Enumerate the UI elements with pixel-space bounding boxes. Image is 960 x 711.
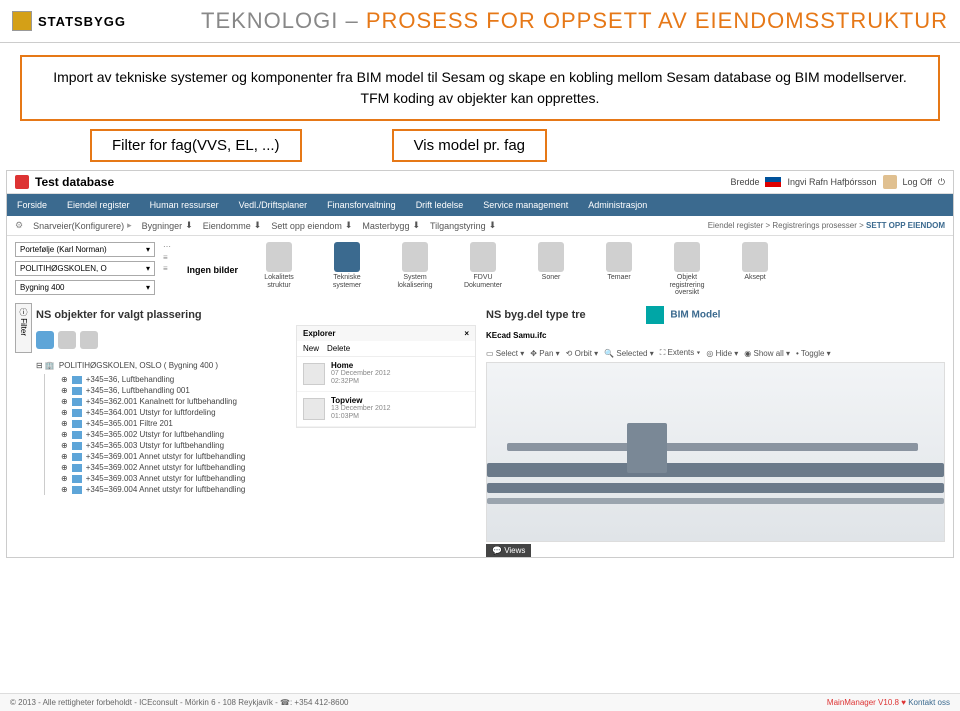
statsbygg-logo: [12, 11, 32, 31]
bim-icon[interactable]: [646, 306, 664, 324]
flag-icon[interactable]: [765, 177, 781, 187]
app-window: Test database Bredde Ingvi Rafn Hafþórss…: [6, 170, 954, 558]
breadcrumb: Eiendel register > Registrerings prosess…: [708, 221, 945, 230]
tree-root[interactable]: ⊟ 🏢 POLITIHØGSKOLEN, OSLO ( Bygning 400 …: [36, 361, 286, 370]
db-icon[interactable]: [80, 331, 98, 349]
viewer-tool[interactable]: 🔍 Selected ▾: [604, 348, 654, 358]
viewer-tool[interactable]: ◎ Hide ▾: [706, 348, 738, 358]
explorer-item[interactable]: Topview13 December 201201:03PM: [297, 392, 475, 427]
tree-item[interactable]: ⊕ +345=365.002 Utstyr for luftbehandling: [44, 429, 286, 440]
app-icon: [15, 175, 29, 189]
logoff-link[interactable]: Log Off: [903, 177, 932, 187]
db-icon[interactable]: [58, 331, 76, 349]
tool-icon-7[interactable]: Aksept: [730, 242, 780, 297]
subnav-settopp[interactable]: Sett opp eiendom ⬇: [271, 220, 352, 231]
db-icon[interactable]: [36, 331, 54, 349]
tree-item[interactable]: ⊕ +345=365.001 Filtre 201: [44, 418, 286, 429]
gear-icon[interactable]: ⚙: [15, 220, 23, 231]
nav-human[interactable]: Human ressurser: [140, 194, 229, 216]
callout-vis: Vis model pr. fag: [392, 129, 547, 162]
tree-item[interactable]: ⊕ +345=369.004 Annet utstyr for luftbeha…: [44, 484, 286, 495]
section-right-title: NS byg.del type tre: [486, 303, 586, 327]
snarveier[interactable]: Snarveier(Konfigurere)▸: [33, 220, 132, 231]
explorer-item[interactable]: Home07 December 201202:32PM: [297, 357, 475, 392]
avatar[interactable]: [883, 175, 897, 189]
app-title: Test database: [35, 175, 730, 189]
info-box: Import av tekniske systemer og komponent…: [20, 55, 940, 121]
nav-drift[interactable]: Drift ledelse: [406, 194, 474, 216]
tool-icon-2[interactable]: System lokalisering: [390, 242, 440, 297]
close-icon[interactable]: ×: [464, 329, 469, 338]
explorer-delete[interactable]: Delete: [327, 344, 350, 353]
section-left-title: NS objekter for valgt plassering: [36, 303, 286, 327]
viewer-tool[interactable]: • Toggle ▾: [796, 348, 831, 358]
nav-service[interactable]: Service management: [473, 194, 578, 216]
logo-text: STATSBYGG: [38, 14, 126, 29]
subnav-eiendomme[interactable]: Eiendomme ⬇: [203, 220, 262, 231]
subnav-bygninger[interactable]: Bygninger ⬇: [142, 220, 193, 231]
filter-side-icons[interactable]: ⋯≡≡: [163, 242, 171, 273]
footer-copy: © 2013 - Alle rettigheter forbeholdt - I…: [10, 698, 348, 707]
nav-admin[interactable]: Administrasjon: [578, 194, 657, 216]
viewer-file: KEcad Samu.ifc: [486, 327, 945, 344]
tree-item[interactable]: ⊕ +345=36, Luftbehandling: [44, 374, 286, 385]
bredde-label: Bredde: [730, 177, 759, 187]
tool-icon-6[interactable]: Objekt registrering oversikt: [662, 242, 712, 297]
viewer-tool[interactable]: ⛶ Extents ▾: [660, 348, 701, 358]
tree-item[interactable]: ⊕ +345=362.001 Kanalnett for luftbehandl…: [44, 396, 286, 407]
explorer-title: Explorer: [303, 329, 335, 338]
viewer-tool[interactable]: ✥ Pan ▾: [530, 348, 559, 358]
tree-item[interactable]: ⊕ +345=365.003 Utstyr for luftbehandling: [44, 440, 286, 451]
tree-item[interactable]: ⊕ +345=369.001 Annet utstyr for luftbeha…: [44, 451, 286, 462]
tree-item[interactable]: ⊕ +345=36, Luftbehandling 001: [44, 385, 286, 396]
filter-politi[interactable]: POLITIHØGSKOLEN, O▾: [15, 261, 155, 276]
viewer-tool[interactable]: ◉ Show all ▾: [744, 348, 790, 358]
tool-icon-4[interactable]: Soner: [526, 242, 576, 297]
bim-viewer[interactable]: [486, 362, 945, 542]
subnav-tilgang[interactable]: Tilgangstyring ⬇: [430, 220, 496, 231]
main-nav: Forside Eiendel register Human ressurser…: [7, 194, 953, 216]
nav-vedl[interactable]: Vedl./Driftsplaner: [229, 194, 318, 216]
callout-filter: Filter for fag(VVS, EL, ...): [90, 129, 302, 162]
no-images-label: Ingen bilder: [187, 265, 238, 275]
tree-item[interactable]: ⊕ +345=369.003 Annet utstyr for luftbeha…: [44, 473, 286, 484]
nav-forside[interactable]: Forside: [7, 194, 57, 216]
tree-item[interactable]: ⊕ +345=369.002 Annet utstyr for luftbeha…: [44, 462, 286, 473]
tool-icon-1[interactable]: Tekniske systemer: [322, 242, 372, 297]
tool-icon-3[interactable]: FDVU Dokumenter: [458, 242, 508, 297]
filter-portefolje[interactable]: Portefølje (Karl Norman)▾: [15, 242, 155, 257]
viewer-tool[interactable]: ▭ Select ▾: [486, 348, 524, 358]
bim-model-link[interactable]: BIM Model: [670, 310, 720, 321]
explorer-new[interactable]: New: [303, 344, 319, 353]
footer-kontakt[interactable]: Kontakt oss: [908, 698, 950, 707]
views-button[interactable]: 💬 Views: [486, 544, 531, 557]
tree: ⊟ 🏢 POLITIHØGSKOLEN, OSLO ( Bygning 400 …: [36, 353, 286, 495]
viewer-tool[interactable]: ⟲ Orbit ▾: [566, 348, 599, 358]
explorer-panel: Explorer × New Delete Home07 December 201…: [296, 325, 476, 428]
logoff-icon[interactable]: ⏻: [938, 177, 945, 188]
footer-mm[interactable]: MainManager V10.8: [827, 698, 899, 707]
filter-tab[interactable]: ⓘ Filter: [15, 303, 32, 353]
subnav-masterbygg[interactable]: Masterbygg ⬇: [362, 220, 420, 231]
nav-finans[interactable]: Finansforvaltning: [317, 194, 406, 216]
user-name: Ingvi Rafn Hafþórsson: [787, 177, 876, 187]
tool-icon-0[interactable]: Lokalitets struktur: [254, 242, 304, 297]
page-title: TEKNOLOGI – PROSESS FOR OPPSETT AV EIEND…: [126, 8, 948, 34]
nav-eiendel[interactable]: Eiendel register: [57, 194, 140, 216]
filter-bygning[interactable]: Bygning 400▾: [15, 280, 155, 295]
tree-item[interactable]: ⊕ +345=364.001 Utstyr for luftfordeling: [44, 407, 286, 418]
tool-icon-5[interactable]: Temaer: [594, 242, 644, 297]
